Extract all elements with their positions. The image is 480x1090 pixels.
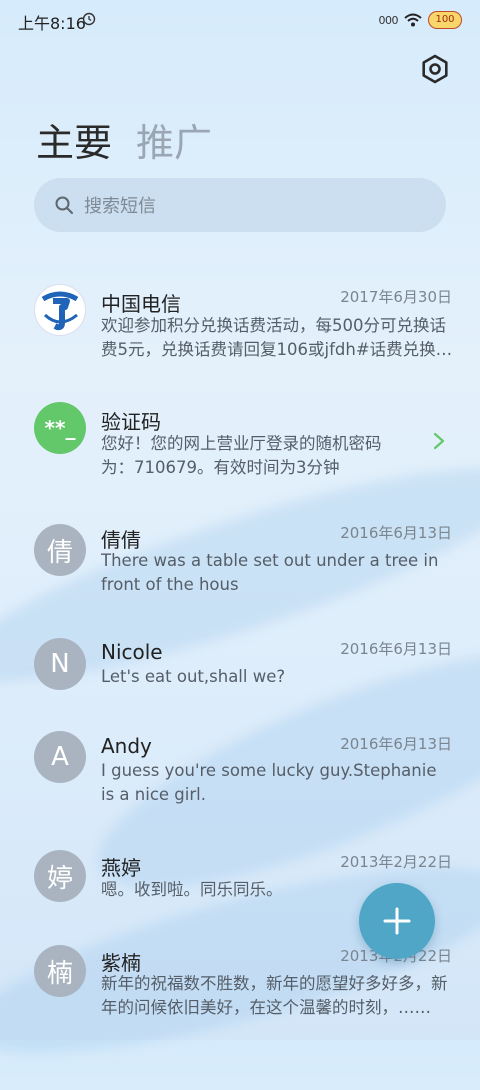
conversation-item[interactable]: A Andy 2016年6月13日 I guess you're some lu… xyxy=(0,726,480,826)
conversation-preview: I guess you're some lucky guy.Stephanie … xyxy=(101,761,437,804)
avatar: N xyxy=(34,638,86,690)
verification-avatar: **_ xyxy=(34,402,86,454)
alarm-icon xyxy=(82,12,96,26)
conversation-name: 燕婷 xyxy=(101,856,141,880)
settings-icon[interactable] xyxy=(420,54,450,84)
signal-icon: 000 xyxy=(378,13,399,27)
avatar: 倩 xyxy=(34,524,86,576)
search-input[interactable]: 搜索短信 xyxy=(34,178,446,232)
tab-bar: 主要 推广 xyxy=(36,112,212,167)
compose-button[interactable] xyxy=(359,883,435,959)
conversation-date: 2017年6月30日 xyxy=(340,288,452,306)
telecom-logo-icon xyxy=(34,284,86,336)
conversation-preview: 欢迎参加积分兑换话费活动，每500分可兑换话费5元，兑换话费请回复106或jfd… xyxy=(101,316,453,359)
battery-icon: 100 xyxy=(428,11,462,29)
conversation-preview: 新年的祝福数不胜数，新年的愿望好多好多，新年的问候依旧美好，在这个温馨的时刻，…… xyxy=(101,974,448,1017)
conversation-date: 2016年6月13日 xyxy=(340,735,452,753)
avatar: 楠 xyxy=(34,945,86,997)
conversation-name: Nicole xyxy=(101,640,163,664)
plus-icon xyxy=(383,907,411,935)
conversation-preview: Let's eat out,shall we? xyxy=(101,667,286,686)
conversation-name: 验证码 xyxy=(101,410,161,434)
conversation-name: 中国电信 xyxy=(101,292,181,316)
avatar: A xyxy=(34,731,86,783)
conversation-item[interactable]: **_ 验证码 您好！您的网上营业厅登录的随机密码为：710679。有效时间为3… xyxy=(0,390,480,490)
search-placeholder: 搜索短信 xyxy=(84,196,156,217)
search-icon xyxy=(55,196,73,214)
chevron-right-icon xyxy=(433,432,445,450)
conversation-date: 2013年2月22日 xyxy=(340,853,452,871)
conversation-item[interactable]: N Nicole 2016年6月13日 Let's eat out,shall … xyxy=(0,628,480,708)
conversation-name: Andy xyxy=(101,734,152,758)
status-icons: 000 100 xyxy=(378,10,462,30)
status-time: 上午8:16 xyxy=(18,14,86,33)
wifi-icon xyxy=(404,13,422,27)
status-bar: 上午8:16 000 100 xyxy=(0,0,480,40)
conversation-preview: There was a table set out under a tree i… xyxy=(101,551,439,594)
tab-main[interactable]: 主要 xyxy=(36,112,112,167)
conversation-preview: 您好！您的网上营业厅登录的随机密码为：710679。有效时间为3分钟 xyxy=(101,434,382,477)
avatar: 婷 xyxy=(34,850,86,902)
conversation-item[interactable]: 倩 倩倩 2016年6月13日 There was a table set ou… xyxy=(0,512,480,612)
conversation-date: 2016年6月13日 xyxy=(340,524,452,542)
tab-promo[interactable]: 推广 xyxy=(136,112,212,167)
conversation-item[interactable]: 中国电信 2017年6月30日 欢迎参加积分兑换话费活动，每500分可兑换话费5… xyxy=(0,270,480,370)
conversation-date: 2016年6月13日 xyxy=(340,640,452,658)
